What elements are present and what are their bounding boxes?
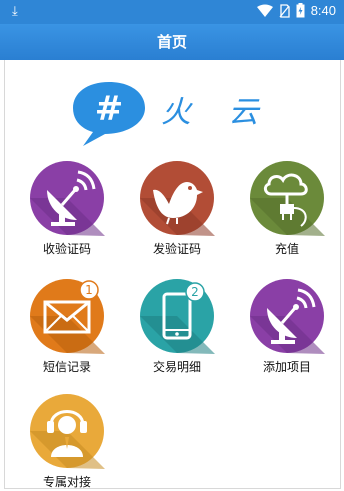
bird-icon [140, 161, 215, 236]
tile-label: 专属对接 [42, 475, 91, 489]
tile-sms-records[interactable]: 1 短信记录 [22, 278, 112, 375]
tile-label: 添加项目 [262, 360, 311, 374]
tile-receive-code[interactable]: 收验证码 [22, 160, 112, 257]
logo-text: 火 云 [161, 95, 273, 130]
home-page: # 火 云 收验证码 发验证码 充值 1 短信记录 2 交易明细 添加项目 专属… [4, 60, 341, 489]
satellite-dish-icon [30, 161, 105, 236]
tile-add-project[interactable]: 添加项目 [242, 278, 332, 375]
satellite-dish-icon [250, 279, 325, 354]
sim-icon [279, 3, 290, 18]
battery-icon [296, 3, 305, 18]
tile-label: 短信记录 [42, 360, 91, 374]
tile-recharge[interactable]: 充值 [242, 160, 332, 257]
envelope-icon: 1 [30, 279, 105, 354]
clock: 8:40 [310, 3, 336, 18]
badge-count: 2 [191, 285, 199, 299]
badge-count: 1 [85, 283, 93, 297]
tile-label: 交易明细 [152, 360, 201, 374]
logo-hash: # [95, 89, 124, 129]
download-icon: ⤓ [12, 4, 18, 19]
app-logo: # 火 云 [73, 82, 273, 146]
headset-person-icon [30, 394, 105, 469]
status-bar: ⤓ 8:40 [0, 0, 344, 24]
tile-transactions[interactable]: 2 交易明细 [132, 278, 222, 375]
tile-label: 收验证码 [42, 242, 91, 256]
cloud-plug-icon [250, 161, 325, 236]
tile-label: 发验证码 [152, 242, 201, 256]
page-title: 首页 [0, 24, 344, 60]
phone-icon: 2 [140, 279, 215, 354]
wifi-icon [256, 4, 273, 17]
tile-dedicated-support[interactable]: 专属对接 [22, 393, 112, 490]
tile-label: 充值 [274, 242, 299, 256]
tile-send-code[interactable]: 发验证码 [132, 160, 222, 257]
